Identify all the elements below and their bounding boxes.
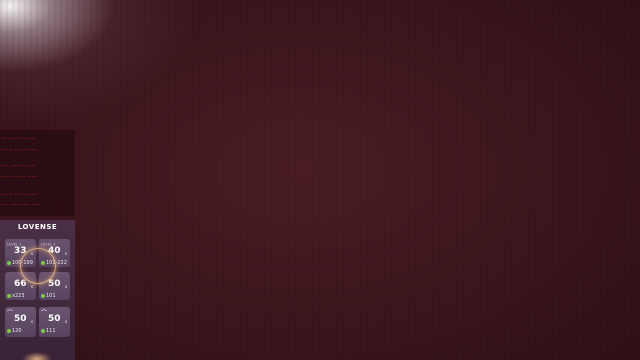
glow-highlight (22, 352, 52, 360)
glow-ring-icon (20, 248, 56, 284)
tip-level-amount: 50 (14, 314, 27, 324)
vibration-dot-icon (7, 293, 11, 298)
wave-icon: ⌒ (41, 310, 48, 317)
vibration-dot-icon (41, 293, 45, 298)
tip-level-amount: 50 (48, 279, 61, 289)
tip-level-range: 120 (7, 328, 22, 334)
tip-menu-line: ······· ····· ····· (1, 174, 38, 181)
tip-menu-line: ···· ······ ··· ····· (1, 202, 42, 209)
tip-level-range: 101 (41, 293, 56, 299)
vibration-dot-icon (7, 328, 11, 333)
wave-icon: ⌒ (7, 310, 14, 317)
seconds-unit: s (65, 284, 68, 289)
lovense-logo: LOVENSE (17, 223, 58, 231)
tip-level-range: x223 (7, 293, 25, 299)
vibration-dot-icon (7, 260, 11, 265)
seconds-unit: s (31, 284, 34, 289)
vibration-dot-icon (41, 328, 45, 333)
tip-menu-line: ······ ···· ······· (1, 192, 38, 199)
video-stream-frame: ··· ······ ······· ······ ···· ······· ·… (0, 0, 640, 360)
tip-menu-line: ······ ···· ······· (1, 147, 38, 154)
tip-level-amount: 50 (48, 314, 61, 324)
tip-menu-overlay: ··· ······ ······· ······ ···· ······· ·… (0, 130, 75, 216)
lovense-tip-panel: LOVENSE LEVEL 1 33 s 100-199 LEVEL 2 40 … (0, 220, 75, 360)
tip-menu-line: ···· ······· ····· (1, 163, 36, 170)
tip-menu-line: ··· ······ ······· (1, 136, 36, 143)
tip-level-range: 111 (41, 328, 56, 334)
tip-level-amount: 66 (14, 279, 27, 289)
tip-level-card: ⌒ 50 s 120 (5, 307, 36, 337)
seconds-unit: s (65, 319, 68, 324)
seconds-unit: s (31, 319, 34, 324)
seconds-unit: s (65, 251, 68, 256)
tip-level-card: ⌒ 50 s 111 (39, 307, 70, 337)
